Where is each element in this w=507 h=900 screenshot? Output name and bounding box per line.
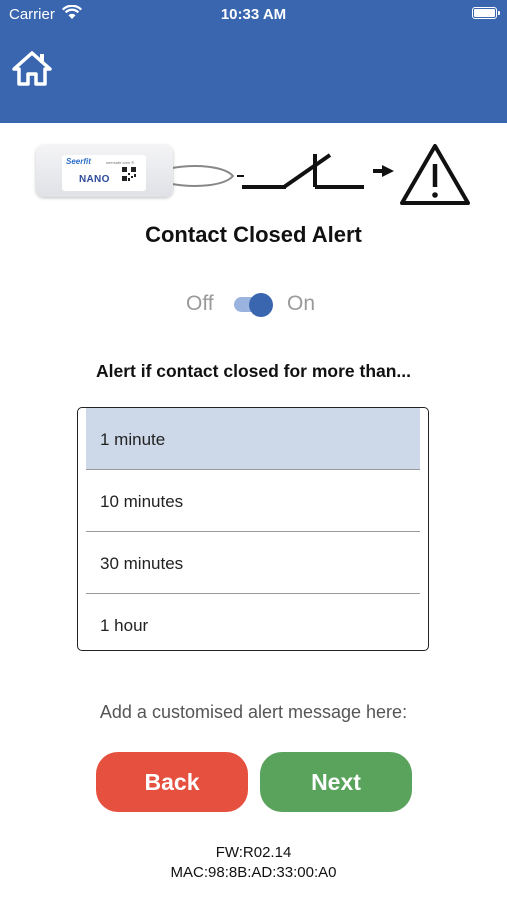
duration-option-1-hour[interactable]: 1 hour bbox=[86, 594, 420, 650]
toggle-off-label: Off bbox=[186, 292, 214, 315]
back-button[interactable]: Back bbox=[96, 752, 248, 812]
custom-message-prompt[interactable]: Add a customised alert message here: bbox=[0, 702, 507, 723]
device-label: Seerfit seersafe.com ® NANO bbox=[62, 155, 146, 191]
page-title: Contact Closed Alert bbox=[145, 222, 362, 247]
duration-option-label: 30 minutes bbox=[100, 554, 184, 573]
battery-icon bbox=[472, 7, 500, 19]
alert-toggle-knob[interactable] bbox=[249, 293, 273, 317]
duration-prompt: Alert if contact closed for more than... bbox=[95, 361, 412, 381]
device-url: seersafe.com ® bbox=[106, 160, 135, 165]
status-bar: Carrier 10:33 AM bbox=[0, 0, 507, 28]
duration-option-1-minute[interactable]: 1 minute bbox=[86, 408, 420, 470]
toggle-on-label: On bbox=[287, 292, 316, 315]
duration-option-label: 1 minute bbox=[100, 430, 166, 449]
firmware-version: FW:R02.14 bbox=[215, 844, 292, 861]
home-icon[interactable] bbox=[12, 50, 52, 86]
duration-option-10-minutes[interactable]: 10 minutes bbox=[86, 470, 420, 532]
duration-option-label: 1 hour bbox=[100, 616, 149, 635]
mac-address: MAC:98:8B:AD:33:00:A0 bbox=[170, 864, 337, 881]
duration-option-30-minutes[interactable]: 30 minutes bbox=[86, 532, 420, 594]
duration-picker[interactable]: 1 minute 10 minutes 30 minutes 1 hour bbox=[77, 407, 429, 651]
device-brand: Seerfit bbox=[66, 157, 91, 166]
warning-icon bbox=[400, 144, 470, 205]
next-button[interactable]: Next bbox=[260, 752, 412, 812]
device-model: NANO bbox=[79, 174, 110, 185]
sensor-device-image: Seerfit seersafe.com ® NANO bbox=[36, 145, 173, 197]
contact-closed-diagram: Seerfit seersafe.com ® NANO bbox=[36, 140, 476, 210]
duration-option-label: 10 minutes bbox=[100, 492, 184, 511]
qr-code-icon bbox=[122, 167, 136, 181]
clock: 10:33 AM bbox=[220, 6, 287, 23]
